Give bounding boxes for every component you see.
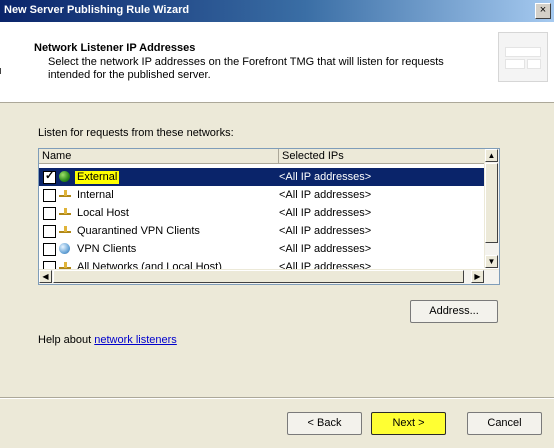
network-icon	[59, 189, 71, 200]
horizontal-scroll-thumb[interactable]	[53, 270, 464, 283]
next-button[interactable]: Next >	[371, 412, 446, 435]
globe-icon	[59, 171, 70, 182]
listview-header: Name Selected IPs	[39, 149, 486, 164]
check-icon: ✓	[45, 170, 55, 182]
row-checkbox[interactable]	[43, 207, 56, 220]
row-selected-ips: <All IP addresses>	[279, 207, 372, 219]
network-row-internal[interactable]: Internal <All IP addresses>	[39, 186, 486, 204]
scroll-down-button[interactable]: ▼	[485, 255, 498, 268]
row-selected-ips: <All IP addresses>	[279, 171, 372, 183]
wizard-dialog: New Server Publishing Rule Wizard × Netw…	[0, 0, 554, 448]
scroll-right-button[interactable]: ▶	[471, 270, 484, 283]
cancel-button[interactable]: Cancel	[467, 412, 542, 435]
window-title: New Server Publishing Rule Wizard	[4, 4, 190, 16]
row-checkbox[interactable]	[43, 189, 56, 202]
close-icon: ×	[539, 4, 547, 16]
vpn-clients-icon	[59, 243, 70, 254]
column-header-selected-ips[interactable]: Selected IPs	[279, 149, 486, 163]
help-prefix: Help about	[38, 334, 95, 346]
network-listeners-link[interactable]: network listeners	[94, 334, 177, 346]
row-selected-ips: <All IP addresses>	[279, 225, 372, 237]
row-name-cell: External	[75, 171, 120, 184]
network-row-vpn-clients[interactable]: VPN Clients <All IP addresses>	[39, 240, 486, 258]
row-name: Local Host	[77, 207, 129, 219]
row-name: Internal	[77, 189, 114, 201]
page-description: Select the network IP addresses on the F…	[48, 56, 444, 81]
row-name: External	[77, 171, 118, 183]
scroll-up-button[interactable]: ▲	[485, 149, 498, 162]
network-icon	[59, 207, 71, 218]
horizontal-scrollbar[interactable]: ◀ ▶	[39, 269, 499, 284]
header-edge-mark	[0, 68, 1, 74]
network-row-external[interactable]: ✓ External <All IP addresses>	[39, 168, 486, 186]
help-text: Help about network listeners	[38, 334, 177, 346]
address-button[interactable]: Address...	[410, 300, 498, 323]
wizard-header: Network Listener IP Addresses Select the…	[0, 22, 554, 103]
back-button[interactable]: < Back	[287, 412, 362, 435]
row-name: VPN Clients	[77, 243, 137, 255]
vertical-scrollbar[interactable]: ▲ ▼	[484, 149, 499, 268]
row-selected-ips: <All IP addresses>	[279, 189, 372, 201]
close-button[interactable]: ×	[535, 3, 551, 19]
row-checkbox[interactable]	[43, 225, 56, 238]
page-title: Network Listener IP Addresses	[34, 42, 196, 54]
vertical-scroll-thumb[interactable]	[485, 163, 498, 243]
row-selected-ips: <All IP addresses>	[279, 243, 372, 255]
network-row-local-host[interactable]: Local Host <All IP addresses>	[39, 204, 486, 222]
row-name: Quarantined VPN Clients	[77, 225, 200, 237]
title-bar: New Server Publishing Rule Wizard ×	[0, 0, 554, 22]
networks-listview[interactable]: Name Selected IPs ✓ External <All IP add…	[38, 148, 500, 285]
row-checkbox[interactable]	[43, 243, 56, 256]
row-checkbox[interactable]: ✓	[43, 170, 56, 184]
column-header-name[interactable]: Name	[39, 149, 279, 163]
networks-label: Listen for requests from these networks:	[38, 127, 234, 139]
wizard-header-icon	[498, 32, 548, 82]
footer-separator	[0, 397, 554, 399]
scroll-left-button[interactable]: ◀	[39, 270, 52, 283]
network-row-quarantined-vpn-clients[interactable]: Quarantined VPN Clients <All IP addresse…	[39, 222, 486, 240]
network-icon	[59, 225, 71, 236]
